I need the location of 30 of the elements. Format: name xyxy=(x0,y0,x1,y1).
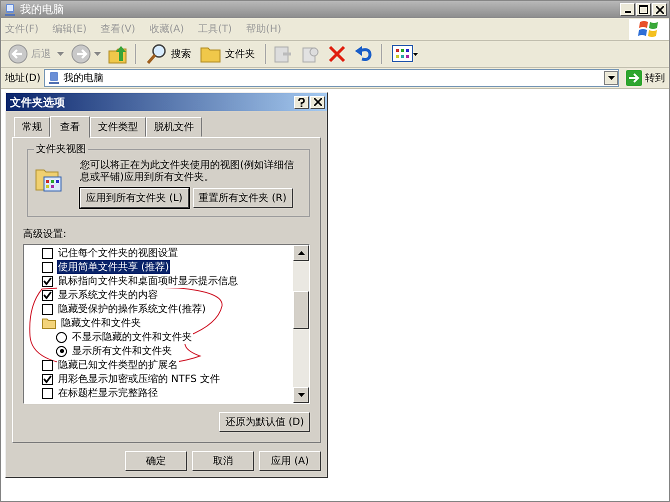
tab[interactable]: 查看 xyxy=(50,116,90,138)
advanced-settings-label: 高级设置: xyxy=(23,228,68,241)
setting-label[interactable]: 用彩色显示加密或压缩的 NTFS 文件 xyxy=(57,372,221,386)
setting-label[interactable]: 记住每个文件夹的视图设置 xyxy=(57,246,179,260)
setting-label[interactable]: 鼠标指向文件夹和桌面项时显示提示信息 xyxy=(57,274,239,288)
group-title: 文件夹视图 xyxy=(35,142,87,156)
restore-defaults-button[interactable]: 还原为默认值 (D) xyxy=(219,412,310,432)
dialog-title: 文件夹选项 xyxy=(10,94,66,110)
setting-label[interactable]: 不显示隐藏的文件和文件夹 xyxy=(71,330,193,344)
dialog-button[interactable]: 取消 xyxy=(192,451,254,471)
setting-label[interactable]: 隐藏已知文件类型的扩展名 xyxy=(57,358,179,372)
tab[interactable]: 文件类型 xyxy=(90,117,146,137)
setting-label[interactable]: 使用简单文件共享 (推荐) xyxy=(57,260,170,274)
folders-button[interactable]: 文件夹 xyxy=(197,44,258,64)
setting-label[interactable]: 隐藏受保护的操作系统文件(推荐) xyxy=(57,302,207,316)
go-button[interactable]: 转到 xyxy=(622,70,665,86)
address-field[interactable]: 我的电脑 xyxy=(44,69,619,87)
dialog-button[interactable]: 应用 (A) xyxy=(259,451,321,471)
address-label: 地址(D) xyxy=(5,72,41,85)
apply-folder-view-button[interactable]: 重置所有文件夹 (R) xyxy=(192,188,292,208)
setting-label[interactable]: 隐藏文件和文件夹 xyxy=(60,316,142,330)
dialog-button[interactable]: 确定 xyxy=(125,451,187,471)
apply-folder-view-button[interactable]: 应用到所有文件夹 (L) xyxy=(80,188,189,208)
setting-label[interactable]: 显示所有文件和文件夹 xyxy=(71,344,173,358)
setting-label[interactable]: 显示系统文件夹的内容 xyxy=(57,288,159,302)
setting-label[interactable]: 在标题栏显示完整路径 xyxy=(57,386,159,400)
folder-views-description: 您可以将正在为此文件夹使用的视图(例如详细信息或平铺)应用到所有文件夹。 xyxy=(80,160,295,184)
tab[interactable]: 脱机文件 xyxy=(146,117,202,137)
window-title: 我的电脑 xyxy=(20,2,65,17)
search-button[interactable]: 搜索 xyxy=(143,43,194,65)
